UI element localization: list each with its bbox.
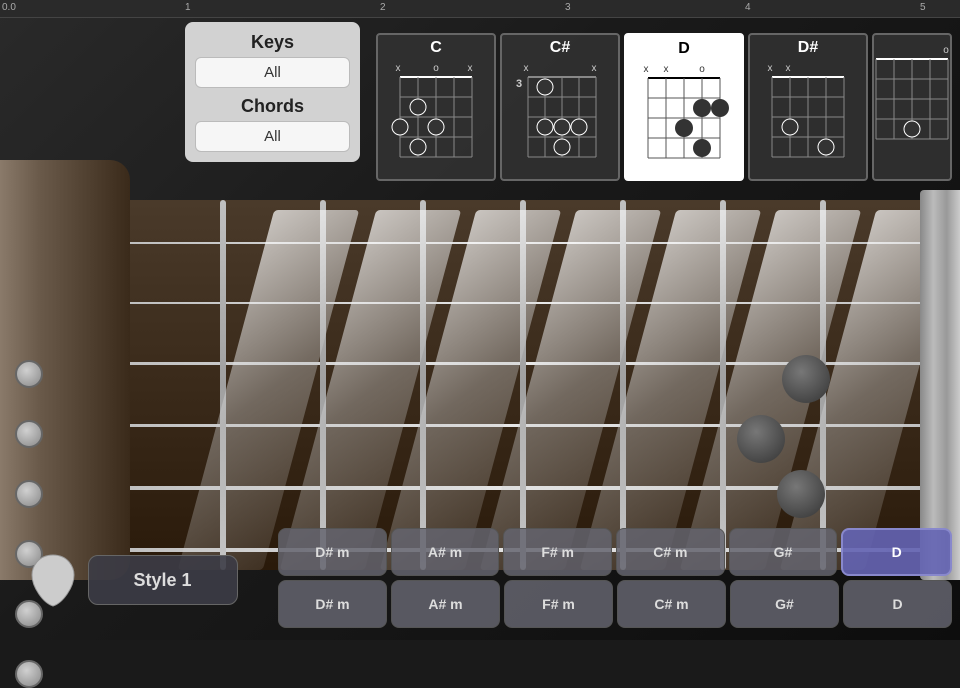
chord-name-c: C [430,39,442,57]
svg-text:x: x [768,63,773,74]
svg-text:o: o [699,64,705,75]
chord-card-csharp[interactable]: C# 3 x x [500,33,620,181]
chord-name-csharp: C# [550,39,570,57]
chord-btn-asm-1[interactable]: A# m [391,528,500,576]
chord-card-d[interactable]: D x x o [624,33,744,181]
chord-strip: C x x o [368,22,960,192]
chord-card-5[interactable]: o [872,33,952,181]
svg-text:x: x [396,63,401,74]
chord-dot-2 [737,415,785,463]
ruler-mark-2: 2 [380,2,386,13]
svg-text:x: x [786,63,791,74]
svg-text:x: x [524,63,529,74]
svg-text:x: x [592,63,597,74]
chord-buttons-section: D# m A# m F# m C# m G# D D# m A# m F# m … [270,520,960,640]
svg-text:o: o [433,63,439,74]
ruler-mark-3: 3 [565,2,571,13]
chords-label: Chords [195,96,350,117]
style-section: Style 1 [0,520,265,640]
svg-text:x: x [644,64,649,75]
chord-card-c[interactable]: C x x o [376,33,496,181]
chord-diagram-d: x x o [630,60,738,178]
chord-btn-csm-2[interactable]: C# m [617,580,726,628]
chord-dot-1 [782,355,830,403]
keys-all-button[interactable]: All [195,57,350,88]
chord-btn-dsm-1[interactable]: D# m [278,528,387,576]
chord-diagram-c: x x o [382,59,490,177]
chord-btn-dsm-2[interactable]: D# m [278,580,387,628]
tuning-peg-2[interactable] [15,420,43,448]
keys-label: Keys [195,32,350,53]
svg-text:x: x [468,63,473,74]
keys-chords-panel: Keys All Chords All [185,22,360,162]
ruler-mark-5: 5 [920,2,926,13]
chord-name-dsharp: D# [798,39,818,57]
chord-btn-asm-2[interactable]: A# m [391,580,500,628]
ruler: 0.0 1 2 3 4 5 [0,0,960,18]
chord-card-dsharp[interactable]: D# x x [748,33,868,181]
tuning-peg-1[interactable] [15,360,43,388]
chord-row-2: D# m A# m F# m C# m G# D [278,580,952,628]
chord-row-1: D# m A# m F# m C# m G# D [278,528,952,576]
chord-btn-csm-1[interactable]: C# m [616,528,725,576]
chord-diagram-csharp: 3 x x [506,59,614,177]
chord-btn-gs-2[interactable]: G# [730,580,839,628]
chord-btn-fsm-1[interactable]: F# m [503,528,612,576]
ruler-mark-4: 4 [745,2,751,13]
chord-btn-d-1[interactable]: D [841,528,952,576]
tuning-peg-6[interactable] [15,660,43,688]
chord-dot-3 [777,470,825,518]
chord-btn-fsm-2[interactable]: F# m [504,580,613,628]
guitar-body [0,160,130,580]
fretboard[interactable] [130,200,930,570]
svg-text:x: x [664,64,669,75]
pick-icon [28,553,78,608]
chord-btn-d-2[interactable]: D [843,580,952,628]
chord-diagram-dsharp: x x [754,59,862,177]
tuning-peg-3[interactable] [15,480,43,508]
svg-text:o: o [943,45,949,56]
chord-name-d: D [678,40,690,58]
version-label: 0.0 [2,2,16,13]
style-button[interactable]: Style 1 [88,555,238,605]
svg-text:3: 3 [516,78,522,90]
chord-diagram-5: o [858,41,960,159]
ruler-mark-1: 1 [185,2,191,13]
chords-all-button[interactable]: All [195,121,350,152]
chord-btn-gs-1[interactable]: G# [729,528,838,576]
